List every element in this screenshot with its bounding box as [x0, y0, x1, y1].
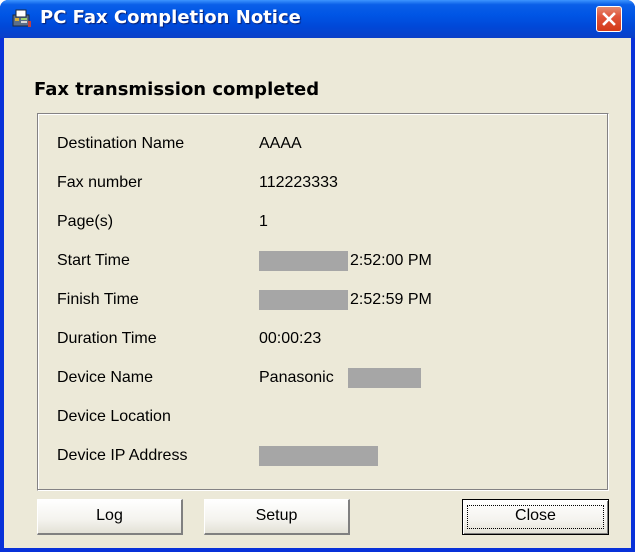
fax-number-label: Fax number: [57, 174, 143, 191]
pages-value: 1: [259, 213, 268, 230]
fax-number-value: 112223333: [259, 174, 338, 191]
start-time-value: 2:52:00 PM: [350, 252, 432, 269]
close-button-label: Close: [515, 507, 556, 524]
device-name-redaction: [348, 368, 421, 388]
finish-time-label: Finish Time: [57, 291, 139, 308]
destination-name-value: AAAA: [259, 135, 302, 152]
close-icon: [602, 12, 616, 26]
title-bar[interactable]: PC Fax Completion Notice: [0, 0, 635, 38]
setup-button[interactable]: Setup: [204, 499, 350, 535]
device-ip-address-label: Device IP Address: [57, 447, 188, 464]
device-name-label: Device Name: [57, 369, 154, 386]
finish-time-value: 2:52:59 PM: [350, 291, 432, 308]
device-name-value: Panasonic: [259, 369, 334, 386]
device-location-label: Device Location: [57, 408, 171, 425]
device-ip-redaction: [259, 446, 378, 466]
window-title: PC Fax Completion Notice: [40, 7, 301, 28]
window-close-button[interactable]: [596, 6, 622, 32]
start-time-label: Start Time: [57, 252, 130, 269]
duration-time-value: 00:00:23: [259, 330, 322, 347]
log-button[interactable]: Log: [37, 499, 183, 535]
duration-time-label: Duration Time: [57, 330, 157, 347]
fax-app-icon: [12, 9, 32, 29]
status-heading: Fax transmission completed: [34, 79, 320, 100]
finish-date-redaction: [259, 290, 348, 310]
fax-completion-dialog: PC Fax Completion Notice Fax transmissio…: [0, 0, 635, 552]
pages-label: Page(s): [57, 213, 114, 230]
start-date-redaction: [259, 251, 348, 271]
destination-name-label: Destination Name: [57, 135, 185, 152]
close-button[interactable]: Close: [462, 499, 609, 535]
